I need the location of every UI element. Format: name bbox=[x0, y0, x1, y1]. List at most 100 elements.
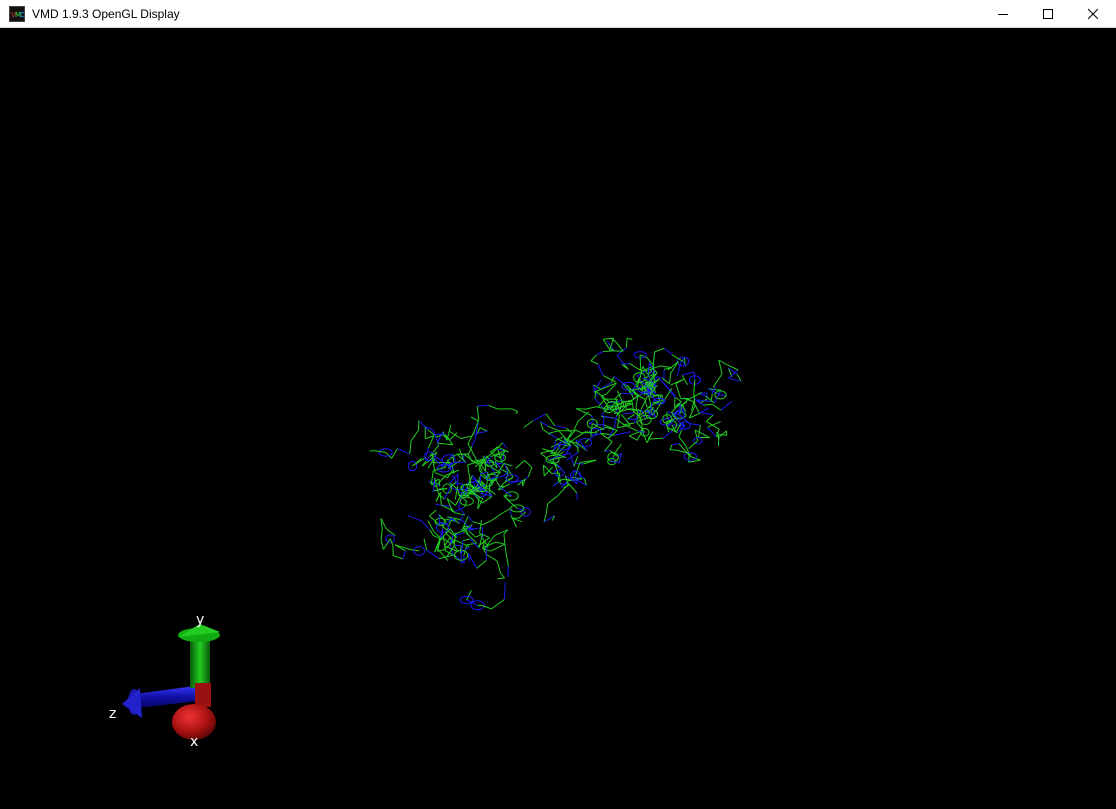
bond-line bbox=[480, 476, 481, 484]
bond-line bbox=[504, 534, 506, 551]
bond-line bbox=[480, 428, 488, 432]
bond-line bbox=[450, 482, 456, 488]
bond-line bbox=[570, 453, 574, 467]
bond-line bbox=[670, 379, 683, 385]
bond-line bbox=[601, 394, 606, 396]
bond-line bbox=[694, 380, 695, 393]
bond-line bbox=[701, 408, 709, 413]
bond-line bbox=[664, 388, 672, 401]
bond-line bbox=[627, 419, 637, 420]
bond-line bbox=[718, 434, 726, 435]
bond-line bbox=[533, 414, 546, 421]
bond-line bbox=[467, 590, 472, 600]
bond-line bbox=[681, 400, 687, 406]
bond-line bbox=[553, 482, 559, 486]
ring-line bbox=[386, 535, 394, 543]
title-bar[interactable]: V M D VMD 1.9.3 OpenGL Display bbox=[0, 0, 1116, 28]
bond-line bbox=[626, 338, 627, 347]
bond-line bbox=[597, 352, 604, 355]
bond-line bbox=[397, 449, 409, 455]
bond-line bbox=[682, 372, 694, 375]
bond-line bbox=[410, 550, 419, 551]
bond-line bbox=[670, 373, 671, 383]
z-axis-label: z bbox=[109, 706, 116, 722]
bond-line bbox=[468, 516, 472, 522]
bond-line bbox=[659, 379, 667, 388]
window-title: VMD 1.9.3 OpenGL Display bbox=[32, 6, 180, 22]
vmd-logo-icon: V M D bbox=[9, 6, 25, 22]
y-axis-arrow bbox=[178, 624, 220, 688]
bond-line bbox=[708, 427, 717, 437]
bond-line bbox=[591, 361, 598, 364]
bond-line bbox=[499, 486, 504, 487]
bond-line bbox=[711, 394, 712, 402]
bond-line bbox=[383, 539, 390, 550]
bond-line bbox=[428, 458, 434, 468]
bond-line bbox=[437, 443, 453, 445]
bond-line bbox=[578, 412, 589, 422]
bond-line bbox=[525, 460, 532, 467]
bond-line bbox=[492, 600, 505, 609]
bond-line bbox=[664, 348, 672, 355]
bond-line bbox=[503, 509, 510, 513]
bond-line bbox=[393, 556, 403, 559]
bond-line bbox=[546, 504, 548, 514]
bond-line bbox=[449, 431, 461, 439]
bond-line bbox=[648, 438, 663, 439]
opengl-display-canvas[interactable]: y z x bbox=[0, 28, 1116, 804]
bond-line bbox=[549, 433, 557, 439]
bond-line bbox=[585, 439, 589, 443]
bond-line bbox=[439, 479, 440, 486]
bond-line bbox=[612, 462, 619, 463]
bond-line bbox=[610, 351, 624, 352]
bond-line bbox=[670, 445, 672, 450]
bond-line bbox=[480, 520, 482, 533]
bond-line bbox=[381, 540, 383, 550]
bond-line bbox=[586, 407, 598, 410]
bond-line bbox=[572, 477, 582, 478]
bond-line bbox=[663, 431, 672, 438]
close-button[interactable] bbox=[1070, 0, 1116, 28]
bond-line bbox=[497, 578, 504, 579]
svg-text:D: D bbox=[20, 11, 24, 19]
bond-line bbox=[511, 516, 516, 528]
bond-line bbox=[627, 414, 634, 419]
bond-line bbox=[434, 478, 435, 491]
bond-line bbox=[560, 484, 568, 485]
bond-line bbox=[381, 529, 382, 540]
bond-line bbox=[473, 431, 488, 434]
bond-line bbox=[465, 501, 467, 507]
maximize-button[interactable] bbox=[1025, 0, 1071, 28]
bond-line bbox=[543, 429, 551, 435]
minimize-button[interactable] bbox=[980, 0, 1026, 28]
bond-line bbox=[516, 460, 525, 468]
bond-line bbox=[477, 405, 488, 406]
bond-line bbox=[497, 561, 500, 573]
bond-line bbox=[408, 516, 421, 521]
bond-line bbox=[574, 457, 578, 467]
bond-line bbox=[411, 430, 419, 441]
bond-line bbox=[566, 428, 572, 432]
bond-line bbox=[627, 338, 632, 339]
bond-line bbox=[559, 431, 568, 441]
bond-line bbox=[589, 424, 604, 425]
bond-line bbox=[726, 364, 738, 370]
bond-line bbox=[660, 366, 672, 368]
bond-line bbox=[616, 342, 623, 352]
bond-line bbox=[629, 363, 641, 371]
bond-line bbox=[629, 436, 637, 441]
bond-line bbox=[437, 431, 443, 443]
bond-line bbox=[544, 467, 552, 476]
bond-line bbox=[592, 416, 594, 421]
protein-molecule-lines[interactable] bbox=[370, 338, 741, 610]
bond-line bbox=[487, 555, 498, 562]
bond-line bbox=[591, 355, 597, 361]
bond-line bbox=[655, 348, 665, 352]
bond-line bbox=[548, 426, 559, 431]
bond-line bbox=[543, 465, 544, 476]
bond-line bbox=[453, 454, 454, 463]
bond-line bbox=[699, 412, 714, 414]
bond-line bbox=[486, 536, 494, 547]
molecule-scene[interactable]: y z x bbox=[0, 28, 1116, 804]
bond-line bbox=[601, 412, 604, 416]
